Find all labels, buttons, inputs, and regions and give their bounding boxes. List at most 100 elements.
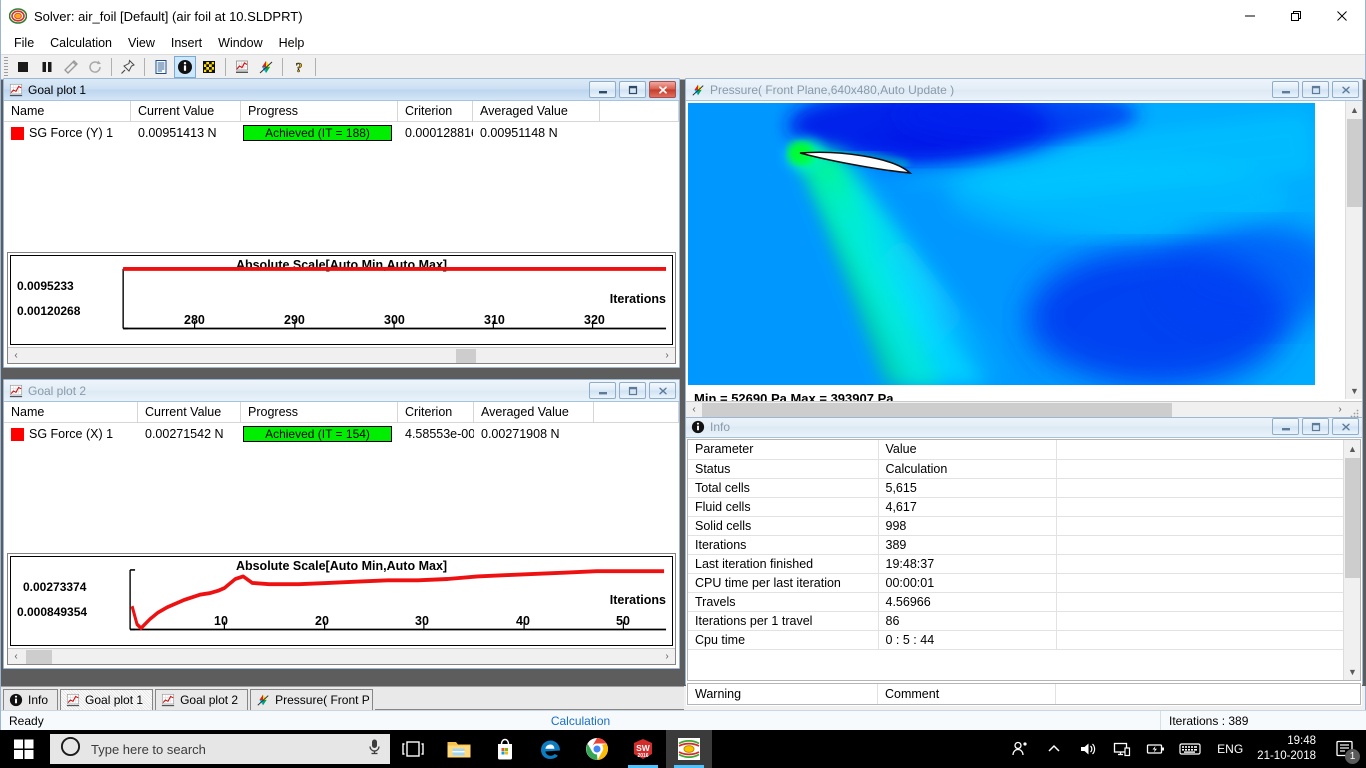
pressure-maximize-button[interactable] [1302,81,1329,98]
file-explorer-button[interactable] [436,730,482,768]
column-header-warning[interactable]: Warning [688,684,878,704]
scroll-thumb[interactable] [702,402,1172,417]
scroll-thumb[interactable] [455,348,476,363]
column-header-progress[interactable]: Progress [241,402,398,422]
column-header-progress[interactable]: Progress [241,101,398,121]
column-header-value[interactable]: Value [878,440,1057,460]
resize-grip-icon[interactable] [1348,402,1362,418]
scroll-right-icon[interactable]: › [1332,402,1348,418]
menu-help[interactable]: Help [271,34,313,52]
scroll-track[interactable] [24,649,659,665]
window-titlebar[interactable]: Solver: air_foil [Default] (air foil at … [1,0,1365,32]
start-button[interactable] [0,730,48,768]
goal-plot-2-hscrollbar[interactable]: ‹ › [8,648,675,664]
menu-file[interactable]: File [6,34,42,52]
table-row[interactable]: SG Force (X) 1 0.00271542 N Achieved (IT… [4,423,679,445]
question-mark-icon[interactable]: ? [288,56,310,78]
table-row[interactable]: Last iteration finished 19:48:37 [688,554,1360,574]
battery-icon[interactable] [1139,730,1173,768]
column-header-name[interactable]: Name [4,101,131,121]
pushpin-icon[interactable] [117,56,139,78]
scroll-track[interactable] [24,348,659,364]
info-close-button[interactable] [1332,418,1359,435]
scroll-down-icon[interactable]: ▼ [1346,382,1363,399]
chevron-up-icon[interactable] [1037,730,1071,768]
column-header-criterion[interactable]: Criterion [398,402,474,422]
close-button[interactable] [1319,0,1365,32]
table-row[interactable]: Status Calculation [688,459,1360,479]
graph-chart-icon[interactable] [231,56,253,78]
table-row[interactable]: Cpu time 0 : 5 : 44 [688,630,1360,650]
column-header-averaged-value[interactable]: Averaged Value [473,101,600,121]
goal-plot-2-minimize-button[interactable] [589,382,616,399]
scroll-track[interactable] [702,402,1332,418]
scroll-thumb[interactable] [1345,458,1360,578]
pressure-hscrollbar[interactable]: ‹ › [686,401,1362,417]
goal-plot-2-titlebar[interactable]: Goal plot 2 [4,380,679,402]
scroll-down-icon[interactable]: ▼ [1344,663,1360,680]
scroll-left-icon[interactable]: ‹ [8,348,24,364]
minimize-button[interactable] [1227,0,1273,32]
speaker-icon[interactable] [1071,730,1105,768]
column-header-name[interactable]: Name [4,402,138,422]
tab-info[interactable]: Info [3,689,59,710]
search-input[interactable]: Type here to search [50,734,390,764]
table-row[interactable]: Fluid cells 4,617 [688,497,1360,517]
task-view-button[interactable] [390,730,436,768]
keyboard-icon[interactable] [1173,730,1207,768]
info-vscrollbar[interactable]: ▲ ▼ [1343,440,1360,680]
microsoft-store-button[interactable] [482,730,528,768]
menu-calculation[interactable]: Calculation [42,34,120,52]
table-row[interactable]: Iterations 389 [688,535,1360,555]
tab-goal-plot-2[interactable]: Goal plot 2 [155,689,249,710]
menu-window[interactable]: Window [210,34,270,52]
table-row[interactable]: Travels 4.56966 [688,592,1360,612]
goal-plot-2-maximize-button[interactable] [619,382,646,399]
action-center-button[interactable]: 1 [1328,730,1362,768]
goal-plot-1-close-button[interactable] [649,81,676,98]
monitor-network-icon[interactable] [1105,730,1139,768]
flow-simulation-button[interactable] [666,730,712,768]
table-row[interactable]: Total cells 5,615 [688,478,1360,498]
scroll-thumb[interactable] [26,649,52,664]
column-header-comment[interactable]: Comment [878,684,1056,704]
info-window-titlebar[interactable]: Info [686,416,1362,438]
restore-button[interactable] [1273,0,1319,32]
goal-plot-1-minimize-button[interactable] [589,81,616,98]
scroll-left-icon[interactable]: ‹ [8,649,24,665]
color-preview-icon[interactable] [255,56,277,78]
edge-button[interactable] [528,730,574,768]
language-indicator[interactable]: ENG [1207,730,1253,768]
scroll-right-icon[interactable]: › [659,348,675,364]
microphone-icon[interactable] [367,738,382,760]
info-maximize-button[interactable] [1302,418,1329,435]
scroll-left-icon[interactable]: ‹ [686,402,702,418]
scroll-up-icon[interactable]: ▲ [1344,440,1360,457]
refresh-circular-icon[interactable] [84,56,106,78]
document-lines-icon[interactable] [150,56,172,78]
table-row[interactable]: Iterations per 1 travel 86 [688,611,1360,631]
table-row[interactable]: Solid cells 998 [688,516,1360,536]
pressure-vscrollbar[interactable]: ▲ ▼ [1345,101,1362,399]
goal-plot-1-titlebar[interactable]: Goal plot 1 [4,79,679,101]
airfoil-pressure-contour[interactable] [688,103,1315,385]
column-header-current-value[interactable]: Current Value [138,402,241,422]
wrench-icon[interactable] [60,56,82,78]
toolbar-grip[interactable] [4,57,8,77]
column-header-current-value[interactable]: Current Value [131,101,241,121]
pressure-close-button[interactable] [1332,81,1359,98]
table-row[interactable]: CPU time per last iteration 00:00:01 [688,573,1360,593]
people-icon[interactable] [1003,730,1037,768]
scroll-right-icon[interactable]: › [659,649,675,665]
goal-plot-1-maximize-button[interactable] [619,81,646,98]
tab-pressure[interactable]: Pressure( Front P [250,689,373,710]
chrome-button[interactable] [574,730,620,768]
pause-button[interactable] [36,56,58,78]
tab-goal-plot-1[interactable]: Goal plot 1 [60,689,154,710]
scroll-up-icon[interactable]: ▲ [1346,101,1363,118]
goal-plot-2-close-button[interactable] [649,382,676,399]
column-header-criterion[interactable]: Criterion [398,101,473,121]
solidworks-button[interactable]: SW 2016 [620,730,666,768]
checkered-flag-icon[interactable] [198,56,220,78]
info-minimize-button[interactable] [1272,418,1299,435]
